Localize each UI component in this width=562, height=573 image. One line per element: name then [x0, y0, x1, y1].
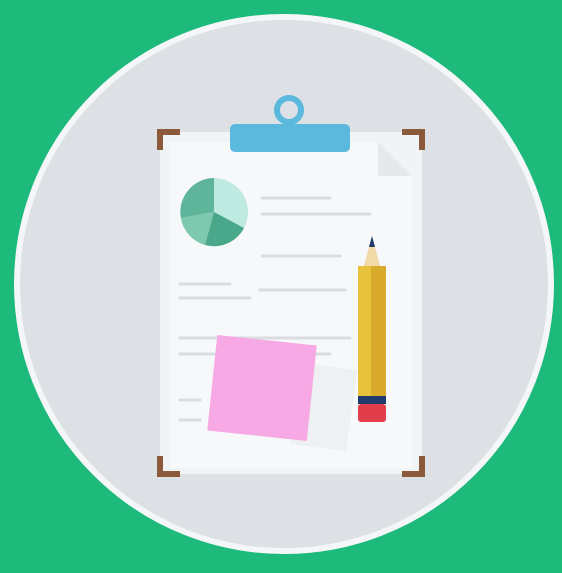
- icon-illustration: [0, 0, 562, 573]
- clipboard-illustration: [157, 95, 425, 477]
- pie-chart-icon: [180, 178, 248, 247]
- sticky-note-icon: [207, 335, 317, 441]
